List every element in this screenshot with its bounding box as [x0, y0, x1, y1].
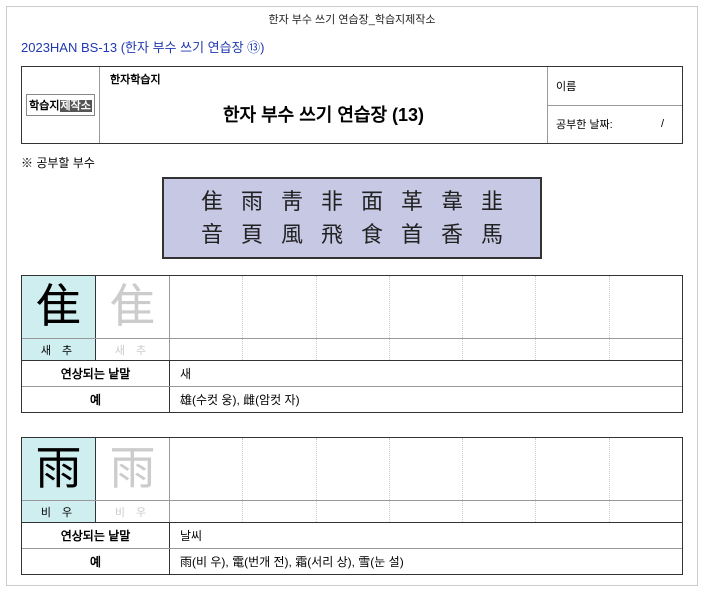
practice-cell[interactable]: [170, 438, 243, 500]
logo-text-b: 제작소: [60, 100, 92, 112]
worksheet-code: 2023HAN BS-13 (한자 부수 쓰기 연습장 ⑬): [21, 37, 683, 56]
practice-cell[interactable]: [610, 438, 682, 500]
name-row: 이름: [548, 67, 682, 106]
practice-cell[interactable]: [463, 339, 536, 360]
date-row: 공부한 날짜: /: [548, 106, 682, 144]
practice-cell[interactable]: [170, 276, 243, 338]
practice-cell[interactable]: [463, 276, 536, 338]
example-row: 예 雄(수컷 웅), 雌(암컷 자): [22, 386, 682, 412]
logo: 학습지제작소: [26, 94, 95, 116]
example-value: 雄(수컷 웅), 雌(암컷 자): [170, 387, 682, 412]
target-char: 雨: [36, 446, 82, 492]
title-cell: 한자학습지 한자 부수 쓰기 연습장 (13): [100, 67, 548, 143]
practice-cell[interactable]: [317, 339, 390, 360]
practice-cells: [170, 276, 682, 338]
reading-row: 새 추 새 추: [22, 338, 682, 360]
date-separator: /: [661, 118, 664, 130]
title-box: 학습지제작소 한자학습지 한자 부수 쓰기 연습장 (13) 이름 공부한 날짜…: [21, 66, 683, 144]
assoc-value: 새: [170, 361, 682, 386]
ghost-reading-cell: 새 추: [96, 339, 170, 360]
practice-cell[interactable]: [610, 339, 682, 360]
char-row: 隹 隹: [22, 276, 682, 338]
practice-cell[interactable]: [317, 501, 390, 522]
practice-cell[interactable]: [243, 339, 316, 360]
practice-cell[interactable]: [170, 501, 243, 522]
radicals-box: 隹雨靑非面革韋韭 音頁風飛食首香馬: [162, 177, 542, 259]
ghost-char: 雨: [110, 446, 156, 492]
example-label: 예: [22, 549, 170, 574]
ghost-char: 隹: [110, 284, 156, 330]
practice-cell[interactable]: [610, 501, 682, 522]
assoc-row: 연상되는 낱말 날씨: [22, 522, 682, 548]
meta-cell: 이름 공부한 날짜: /: [548, 67, 682, 143]
practice-cell[interactable]: [243, 276, 316, 338]
ghost-char-cell: 雨: [96, 438, 170, 500]
example-value: 雨(비 우), 電(번개 전), 霜(서리 상), 雪(눈 설): [170, 549, 682, 574]
practice-block: 雨 雨 비 우 비 우: [21, 437, 683, 575]
practice-cell[interactable]: [390, 276, 463, 338]
radicals-row-1: 隹雨靑非面革韋韭: [164, 185, 540, 218]
category-label: 한자학습지: [110, 71, 537, 87]
char-row: 雨 雨: [22, 438, 682, 500]
name-label: 이름: [556, 78, 576, 94]
practice-cell[interactable]: [317, 276, 390, 338]
practice-cells: [170, 438, 682, 500]
target-char: 隹: [36, 284, 82, 330]
practice-cell[interactable]: [243, 438, 316, 500]
ghost-reading-cell: 비 우: [96, 501, 170, 522]
practice-cell[interactable]: [390, 438, 463, 500]
logo-text-a: 학습지: [29, 100, 59, 112]
date-label: 공부한 날짜:: [556, 116, 613, 132]
ghost-char-cell: 隹: [96, 276, 170, 338]
practice-block: 隹 隹 새 추 새 추: [21, 275, 683, 413]
reading-practice-cells: [170, 501, 682, 522]
assoc-value: 날씨: [170, 523, 682, 548]
assoc-label: 연상되는 낱말: [22, 361, 170, 386]
example-row: 예 雨(비 우), 電(번개 전), 霜(서리 상), 雪(눈 설): [22, 548, 682, 574]
reading-cell: 새 추: [22, 339, 96, 360]
practice-cell[interactable]: [317, 438, 390, 500]
document-header-title: 한자 부수 쓰기 연습장_학습지제작소: [7, 7, 697, 33]
practice-cell[interactable]: [390, 501, 463, 522]
reading-cell: 비 우: [22, 501, 96, 522]
reading-row: 비 우 비 우: [22, 500, 682, 522]
practice-cell[interactable]: [463, 501, 536, 522]
practice-cell[interactable]: [536, 339, 609, 360]
logo-cell: 학습지제작소: [22, 67, 100, 143]
example-label: 예: [22, 387, 170, 412]
practice-cell[interactable]: [243, 501, 316, 522]
practice-cell[interactable]: [536, 276, 609, 338]
assoc-row: 연상되는 낱말 새: [22, 360, 682, 386]
practice-cell[interactable]: [610, 276, 682, 338]
target-char-cell: 雨: [22, 438, 96, 500]
practice-cell[interactable]: [536, 501, 609, 522]
worksheet-page: 한자 부수 쓰기 연습장_학습지제작소 2023HAN BS-13 (한자 부수…: [6, 6, 698, 586]
practice-cell[interactable]: [390, 339, 463, 360]
assoc-label: 연상되는 낱말: [22, 523, 170, 548]
practice-cell[interactable]: [170, 339, 243, 360]
practice-cell[interactable]: [463, 438, 536, 500]
radicals-row-2: 音頁風飛食首香馬: [164, 218, 540, 251]
target-char-cell: 隹: [22, 276, 96, 338]
reading-practice-cells: [170, 339, 682, 360]
page-title: 한자 부수 쓰기 연습장 (13): [110, 101, 537, 127]
practice-cell[interactable]: [536, 438, 609, 500]
study-section-label: ※ 공부할 부수: [21, 154, 683, 171]
